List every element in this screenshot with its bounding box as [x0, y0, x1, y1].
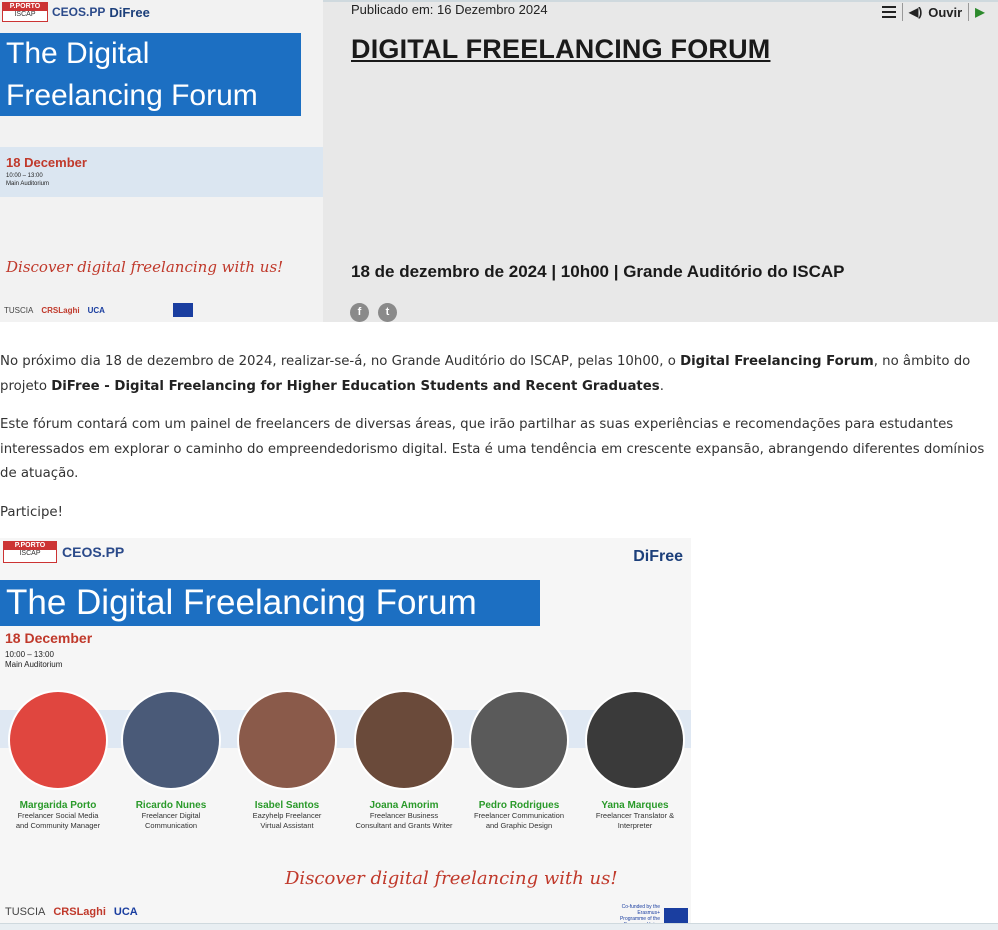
speaker-card: Pedro Rodrigues Freelancer Communication a…	[461, 690, 577, 831]
difree-logo: DiFree	[109, 4, 150, 20]
facebook-icon[interactable]: f	[350, 303, 369, 322]
speaker-photo	[469, 690, 569, 790]
event-thumbnail: P.PORTO ISCAP CEOS.PP DiFree The Digital …	[0, 0, 323, 322]
eu-funding: Co-funded by the Erasmus+ Programme of t…	[610, 904, 688, 923]
thumbnail-banner: The Digital Freelancing Forum	[0, 33, 301, 116]
play-icon[interactable]: ▶	[975, 5, 984, 19]
time-text: 10:00 – 13:00	[5, 650, 54, 659]
difree-logo: DiFree	[633, 548, 683, 565]
speaker-role-line: Eazyhelp Freelancer	[252, 811, 322, 820]
menu-icon[interactable]	[882, 6, 896, 18]
speaker-photo	[237, 690, 337, 790]
thumbnail-time: 10:00 – 13:00 Main Auditorium	[6, 172, 49, 188]
cta-paragraph: Participe!	[0, 505, 63, 520]
room-text: Main Auditorium	[5, 660, 63, 669]
speaker-role: Freelancer Digital Communication	[113, 811, 229, 831]
speaker-role-line: Freelancer Translator &	[595, 811, 675, 820]
room-text: Main Auditorium	[6, 181, 50, 187]
page-title[interactable]: DIGITAL FREELANCING FORUM	[351, 34, 770, 65]
thumbnail-logos: P.PORTO ISCAP CEOS.PP DiFree	[2, 2, 150, 22]
thumbnail-slogan: Discover digital freelancing with us!	[6, 258, 284, 276]
crslaghi-logo: CRSLaghi	[53, 906, 106, 918]
time-text: 10:00 – 13:00	[6, 173, 43, 179]
speaker-role: Eazyhelp Freelancer Virtual Assistant	[229, 811, 345, 831]
speaker-role-line: Virtual Assistant	[260, 821, 314, 830]
speaker-role: Freelancer Social Media and Community Man…	[0, 811, 116, 831]
speaker-card: Isabel Santos Eazyhelp Freelancer Virtual …	[229, 690, 345, 831]
speaker-card: Margarida Porto Freelancer Social Media an…	[0, 690, 116, 831]
speaker-role-line: and Community Manager	[15, 821, 101, 830]
banner-line-1: The Digital	[6, 37, 150, 70]
speaker-name: Isabel Santos	[254, 800, 320, 811]
speaker-photo	[121, 690, 221, 790]
event-poster: P.PORTO ISCAP CEOS.PP DiFree The Digital …	[0, 538, 691, 923]
speaker-role-line: Interpreter	[617, 821, 653, 830]
eu-funding-text: Co-funded by the Erasmus+ Programme of t…	[619, 904, 660, 923]
speaker-card: Yana Marques Freelancer Translator & Inter…	[577, 690, 691, 831]
speaker-role-line: and Graphic Design	[485, 821, 553, 830]
speaker-photo	[354, 690, 454, 790]
thumbnail-partners: TUSCIA CRSLaghi UCA	[4, 303, 193, 317]
speaker-role-line: Communication	[144, 821, 198, 830]
pporto-logo: P.PORTO ISCAP	[3, 541, 57, 563]
uca-logo: UCA	[87, 305, 105, 315]
speaker-role-line: Freelancer Business	[369, 811, 439, 820]
pporto-logo: P.PORTO ISCAP	[2, 2, 48, 22]
published-date: Publicado em: 16 Dezembro 2024	[351, 2, 548, 17]
intro-text: .	[659, 378, 664, 394]
speaker-name: Joana Amorim	[369, 800, 439, 811]
speaker-photo	[8, 690, 108, 790]
forum-name: Digital Freelancing Forum	[680, 354, 874, 369]
speaker-role: Freelancer Business Consultant and Grants…	[346, 811, 462, 831]
listen-button[interactable]: Ouvir	[928, 5, 962, 20]
speaker-icon[interactable]: ◀)	[909, 5, 922, 19]
speaker-role-line: Freelancer Communication	[473, 811, 565, 820]
tuscia-logo: TUSCIA	[5, 906, 46, 918]
poster-partners: TUSCIA CRSLaghi UCA	[5, 906, 138, 918]
speaker-name: Ricardo Nunes	[135, 800, 207, 811]
speaker-photo	[585, 690, 685, 790]
project-name: DiFree - Digital Freelancing for Higher …	[51, 378, 660, 394]
thumbnail-date: 18 December	[6, 155, 87, 170]
eu-flag-icon	[664, 908, 688, 923]
crslaghi-logo: CRSLaghi	[41, 305, 80, 315]
twitter-icon[interactable]: t	[378, 303, 397, 322]
intro-text: No próximo dia 18 de dezembro de 2024, r…	[0, 354, 681, 369]
share-buttons: f t	[350, 303, 397, 322]
poster-time: 10:00 – 13:00 Main Auditorium	[5, 650, 62, 670]
description-paragraph: Este fórum contará com um painel de free…	[0, 417, 985, 481]
poster-date: 18 December	[5, 630, 93, 646]
toolbar-divider	[902, 3, 903, 21]
ceos-logo: CEOS.PP	[52, 5, 106, 19]
uca-logo: UCA	[113, 906, 138, 918]
banner-line-2: Freelancing Forum	[6, 79, 258, 112]
toolbar: ◀) Ouvir ▶	[882, 2, 984, 22]
speaker-role-line: Consultant and Grants Writer	[355, 821, 453, 830]
poster-banner: The Digital Freelancing Forum	[0, 580, 540, 626]
eu-flag-icon	[172, 303, 193, 317]
event-details: 18 de dezembro de 2024 | 10h00 | Grande …	[351, 262, 845, 281]
speaker-card: Ricardo Nunes Freelancer Digital Communica…	[113, 690, 229, 831]
intro-paragraph: No próximo dia 18 de dezembro de 2024, r…	[0, 350, 990, 399]
tuscia-logo: TUSCIA	[4, 305, 34, 315]
speaker-role-line: Freelancer Social Media	[17, 811, 99, 820]
poster-slogan: Discover digital freelancing with us!	[285, 868, 618, 889]
speaker-name: Pedro Rodrigues	[478, 800, 560, 811]
speaker-role: Freelancer Communication and Graphic Desi…	[461, 811, 577, 831]
speaker-role: Freelancer Translator & Interpreter	[577, 811, 691, 831]
speaker-name: Margarida Porto	[19, 800, 97, 811]
poster-logos: P.PORTO ISCAP CEOS.PP	[3, 541, 124, 563]
speaker-name: Yana Marques	[601, 800, 669, 811]
speaker-role-line: Freelancer Digital	[141, 811, 201, 820]
ceos-logo: CEOS.PP	[62, 544, 125, 560]
speaker-card: Joana Amorim Freelancer Business Consultan…	[346, 690, 462, 831]
toolbar-divider	[968, 3, 970, 21]
